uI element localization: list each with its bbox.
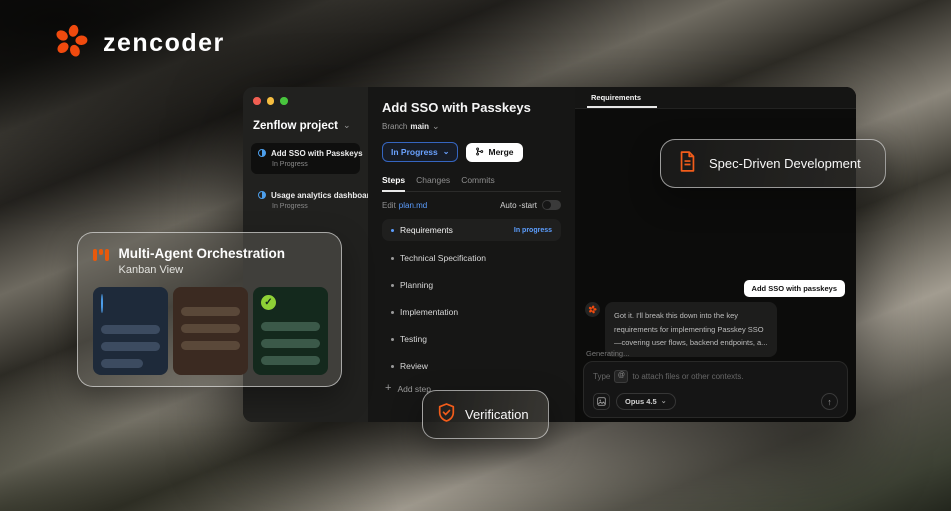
step-status-badge: In progress [514, 227, 552, 234]
merge-button[interactable]: Merge [466, 143, 522, 162]
brand-wordmark: zencoder [103, 29, 225, 58]
git-merge-icon [475, 147, 484, 158]
task-tabs: Steps Changes Commits [382, 175, 561, 192]
tab-commits[interactable]: Commits [461, 175, 495, 191]
edit-label: Edit [382, 201, 396, 210]
project-title: Zenflow project [253, 120, 338, 132]
send-button[interactable]: ↑ [821, 393, 838, 410]
brand-header: zencoder [52, 22, 225, 65]
generating-status: Generating... [586, 349, 629, 358]
kanban-card-active [173, 287, 248, 375]
progress-half-icon [101, 294, 103, 313]
step-bullet-icon [391, 257, 394, 260]
page-background: zencoder Zenflow project ⌄ Add SSO with … [0, 0, 951, 511]
input-placeholder: Type @ to attach files or other contexts… [593, 370, 838, 383]
status-dropdown-button[interactable]: In Progress ⌄ [382, 142, 458, 162]
tab-steps[interactable]: Steps [382, 175, 405, 192]
plus-icon: + [385, 383, 391, 394]
close-window-icon[interactable] [253, 97, 261, 105]
assistant-avatar [585, 302, 600, 317]
step-bullet-icon [391, 284, 394, 287]
autostart-toggle[interactable] [542, 200, 561, 210]
step-review[interactable]: Review [382, 356, 561, 376]
plan-md-link[interactable]: plan.md [399, 201, 427, 210]
orchestration-callout: Multi-Agent Orchestration Kanban View ✓ [77, 232, 342, 387]
check-circle-icon: ✓ [261, 295, 276, 310]
sidebar-item-status: In Progress [272, 161, 353, 168]
step-bullet-icon [391, 338, 394, 341]
step-label: Testing [400, 334, 427, 344]
project-selector[interactable]: Zenflow project ⌄ [251, 120, 360, 132]
chat-input[interactable]: Type @ to attach files or other contexts… [583, 361, 848, 418]
zoom-window-icon[interactable] [280, 97, 288, 105]
chevron-down-icon: ⌄ [661, 398, 667, 405]
in-progress-icon [258, 191, 266, 199]
in-progress-icon [258, 149, 266, 157]
chevron-down-icon: ⌄ [432, 122, 440, 131]
tab-requirements[interactable]: Requirements [591, 93, 641, 108]
toggle-knob [543, 201, 551, 209]
task-title: Add SSO with Passkeys [382, 100, 561, 115]
tab-changes[interactable]: Changes [416, 175, 450, 191]
status-label: In Progress [391, 147, 438, 157]
orchestration-subtitle: Kanban View [119, 264, 286, 276]
orchestration-title: Multi-Agent Orchestration [119, 246, 286, 261]
chat-panel: Requirements Add SSO with passkeys [575, 87, 856, 422]
window-controls [251, 97, 360, 105]
step-label: Review [400, 361, 428, 371]
placeholder-suffix: to attach files or other contexts. [632, 372, 743, 381]
step-planning[interactable]: Planning [382, 275, 561, 295]
assistant-message: Got it. I'll break this down into the ke… [605, 302, 777, 357]
image-icon [597, 397, 606, 406]
step-implementation[interactable]: Implementation [382, 302, 561, 322]
minimize-window-icon[interactable] [267, 97, 275, 105]
step-testing[interactable]: Testing [382, 329, 561, 349]
step-bullet-icon [391, 229, 394, 232]
chevron-down-icon: ⌄ [443, 148, 450, 156]
sidebar-item-add-sso[interactable]: Add SSO with Passkeys In Progress [251, 143, 360, 174]
step-bullet-icon [391, 365, 394, 368]
step-label: Implementation [400, 307, 458, 317]
model-label: Opus 4.5 [625, 397, 657, 406]
zencoder-logo-icon [52, 22, 90, 65]
attach-image-button[interactable] [593, 393, 610, 410]
arrow-up-icon: ↑ [827, 397, 832, 407]
kanban-columns: ✓ [93, 287, 328, 375]
chevron-down-icon: ⌄ [343, 121, 351, 130]
kanban-board-icon [93, 249, 109, 261]
kanban-card-in-progress [93, 287, 168, 375]
spec-driven-label: Spec-Driven Development [709, 156, 861, 171]
autostart-label: Auto -start [500, 201, 537, 210]
model-selector[interactable]: Opus 4.5 ⌄ [616, 393, 676, 410]
document-icon [679, 151, 696, 177]
task-panel: Add SSO with Passkeys Branch main ⌄ In P… [368, 87, 575, 422]
steps-list: Requirements In progress Technical Speci… [382, 219, 561, 394]
kanban-card-done: ✓ [253, 287, 328, 375]
user-message: Add SSO with passkeys [744, 280, 845, 297]
sidebar-item-label: Add SSO with Passkeys [271, 149, 363, 158]
step-bullet-icon [391, 311, 394, 314]
at-mention-chip: @ [614, 370, 628, 383]
step-label: Requirements [400, 225, 453, 235]
spec-driven-callout: Spec-Driven Development [660, 139, 886, 188]
verification-label: Verification [465, 407, 529, 422]
sidebar-item-usage-analytics[interactable]: Usage analytics dashboard In Progress [251, 185, 360, 216]
merge-label: Merge [488, 147, 513, 157]
branch-label: Branch [382, 122, 407, 131]
step-label: Planning [400, 280, 433, 290]
placeholder-prefix: Type [593, 372, 610, 381]
shield-check-icon [438, 403, 455, 427]
sidebar-item-status: In Progress [272, 203, 353, 210]
add-step-label: Add step [397, 384, 431, 394]
branch-name: main [410, 122, 429, 131]
branch-selector[interactable]: Branch main ⌄ [382, 122, 561, 131]
chat-header: Requirements [575, 87, 856, 109]
sidebar-item-label: Usage analytics dashboard [271, 191, 375, 200]
step-technical-specification[interactable]: Technical Specification [382, 248, 561, 268]
step-requirements[interactable]: Requirements In progress [382, 219, 561, 241]
step-label: Technical Specification [400, 253, 486, 263]
verification-callout: Verification [422, 390, 549, 439]
